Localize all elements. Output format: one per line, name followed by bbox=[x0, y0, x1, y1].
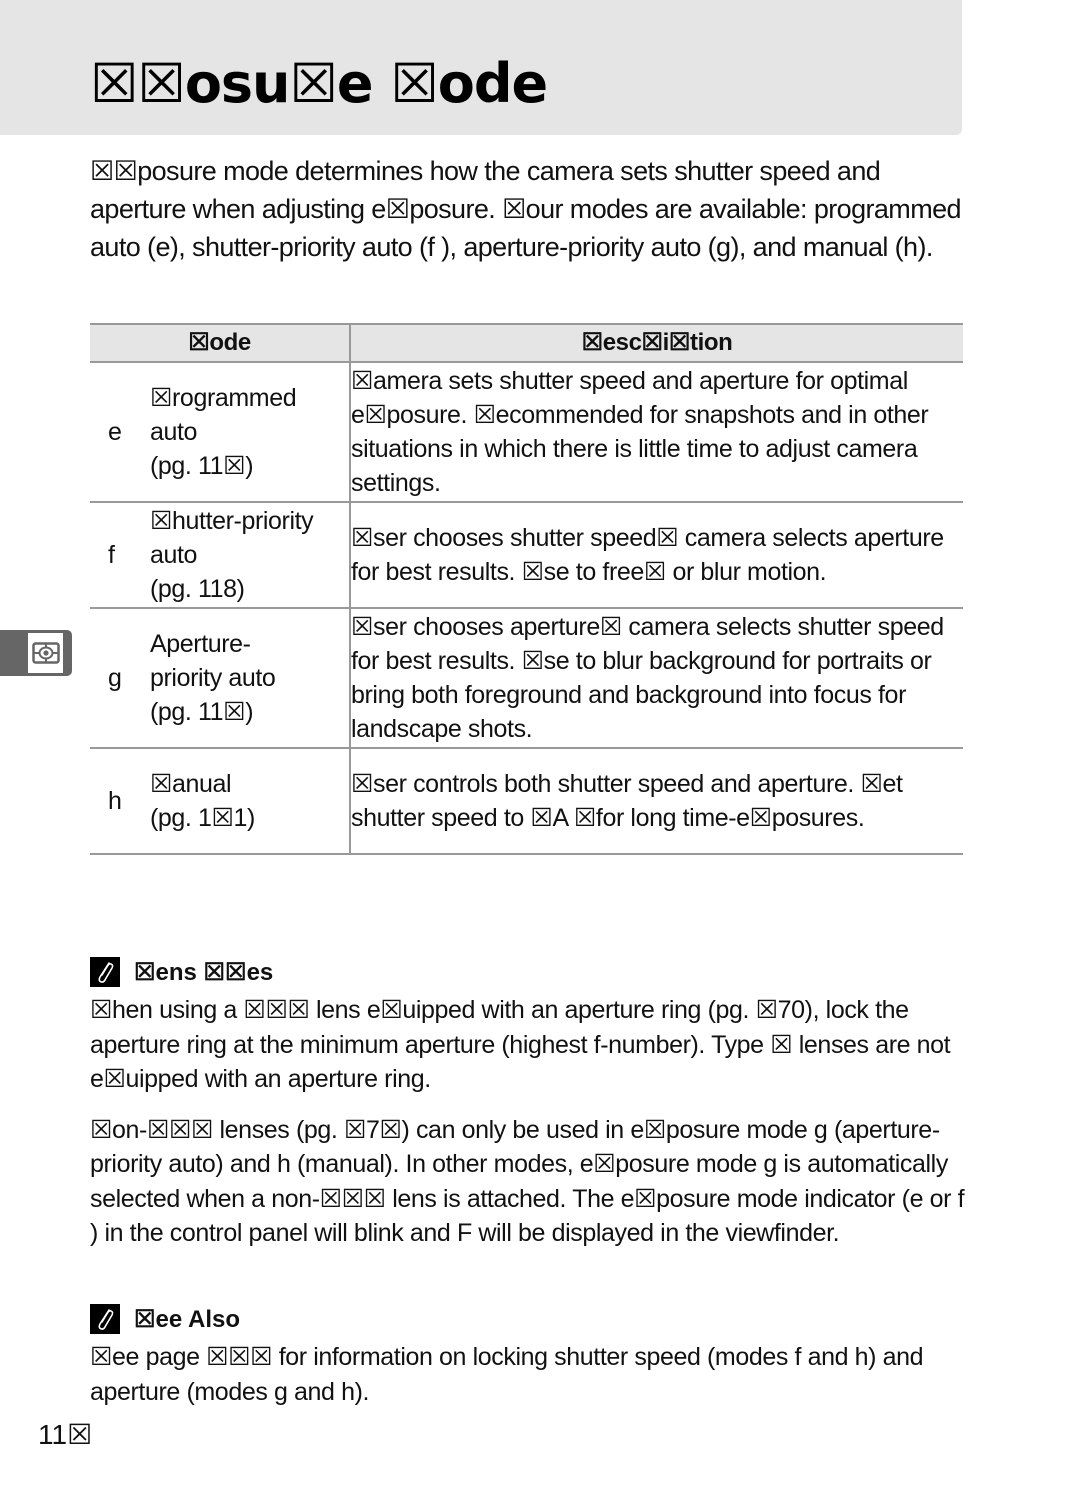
mode-name: ☒anual (pg. 1☒1) bbox=[150, 767, 349, 835]
header-description: ☒esc☒i☒tion bbox=[350, 323, 963, 363]
mode-page-ref: (pg. 118) bbox=[150, 575, 245, 603]
mode-symbol: g bbox=[108, 664, 122, 692]
table-row: h ☒anual (pg. 1☒1) ☒ser controls both sh… bbox=[90, 748, 963, 855]
mode-name-line: auto bbox=[150, 541, 198, 569]
paperclip-icon bbox=[90, 1304, 120, 1334]
mode-page-ref: (pg. 1☒1) bbox=[150, 804, 255, 832]
note-see-also: ☒ee Also ☒ee page ☒☒☒ for information on… bbox=[90, 1302, 970, 1409]
mode-page-ref: (pg. 11☒) bbox=[150, 698, 254, 726]
exposure-modes-table: ☒ode ☒esc☒i☒tion e ☒rogrammed auto (pg. … bbox=[90, 323, 963, 855]
mode-name-line: Aperture- bbox=[150, 630, 251, 658]
note-paragraph: ☒hen using a ☒☒☒ lens e☒uipped with an a… bbox=[90, 996, 951, 1093]
intro-paragraph: ☒☒posure mode determines how the camera … bbox=[90, 156, 962, 262]
mode-description: ☒ser chooses aperture☒ camera selects sh… bbox=[350, 608, 963, 749]
header-mode: ☒ode bbox=[90, 323, 351, 363]
note-paragraph: ☒on-☒☒☒ lenses (pg. ☒7☒) can only be use… bbox=[90, 1115, 965, 1248]
mode-description: ☒ser chooses shutter speed☒ camera selec… bbox=[350, 502, 963, 609]
mode-name: ☒rogrammed auto (pg. 11☒) bbox=[150, 381, 349, 483]
note-heading: ☒ee Also bbox=[90, 1302, 970, 1336]
mode-description: ☒ser controls both shutter speed and ape… bbox=[350, 748, 963, 855]
mode-cell: h ☒anual (pg. 1☒1) bbox=[90, 748, 351, 855]
mode-description: ☒amera sets shutter speed and aperture f… bbox=[350, 362, 963, 503]
note-paragraph: ☒ee page ☒☒☒ for information on locking … bbox=[90, 1343, 924, 1406]
mode-cell: g Aperture- priority auto (pg. 11☒) bbox=[90, 608, 351, 749]
table-row: f ☒hutter-priority auto (pg. 118) ☒ser c… bbox=[90, 502, 963, 609]
mode-name-line: ☒anual bbox=[150, 770, 232, 798]
mode-symbol: f bbox=[108, 541, 115, 569]
table-row: e ☒rogrammed auto (pg. 11☒) ☒amera sets … bbox=[90, 362, 963, 503]
mode-symbol: h bbox=[108, 787, 122, 815]
exposure-metering-icon bbox=[28, 633, 63, 673]
mode-page-ref: (pg. 11☒) bbox=[150, 452, 254, 480]
table-header-row: ☒ode ☒esc☒i☒tion bbox=[90, 323, 963, 363]
note-title: ☒ee Also bbox=[134, 1305, 240, 1333]
table-row: g Aperture- priority auto (pg. 11☒) ☒ser… bbox=[90, 608, 963, 749]
page-title: ☒☒osu☒e ☒ode bbox=[90, 52, 548, 115]
section-tab[interactable] bbox=[0, 630, 72, 676]
page-number: 11☒ bbox=[38, 1419, 93, 1450]
note-heading: ☒ens ☒☒es bbox=[90, 955, 970, 989]
mode-name-line: priority auto bbox=[150, 664, 276, 692]
mode-name-line: ☒hutter-priority bbox=[150, 507, 314, 535]
mode-name-line: ☒rogrammed bbox=[150, 384, 297, 412]
mode-name: ☒hutter-priority auto (pg. 118) bbox=[150, 504, 349, 606]
mode-cell: e ☒rogrammed auto (pg. 11☒) bbox=[90, 362, 351, 503]
mode-cell: f ☒hutter-priority auto (pg. 118) bbox=[90, 502, 351, 609]
paperclip-icon bbox=[90, 957, 120, 987]
mode-name-line: auto bbox=[150, 418, 198, 446]
mode-name: Aperture- priority auto (pg. 11☒) bbox=[150, 627, 349, 729]
mode-symbol: e bbox=[108, 418, 122, 446]
note-title: ☒ens ☒☒es bbox=[134, 958, 274, 986]
note-lens-types: ☒ens ☒☒es ☒hen using a ☒☒☒ lens e☒uipped… bbox=[90, 955, 970, 1251]
